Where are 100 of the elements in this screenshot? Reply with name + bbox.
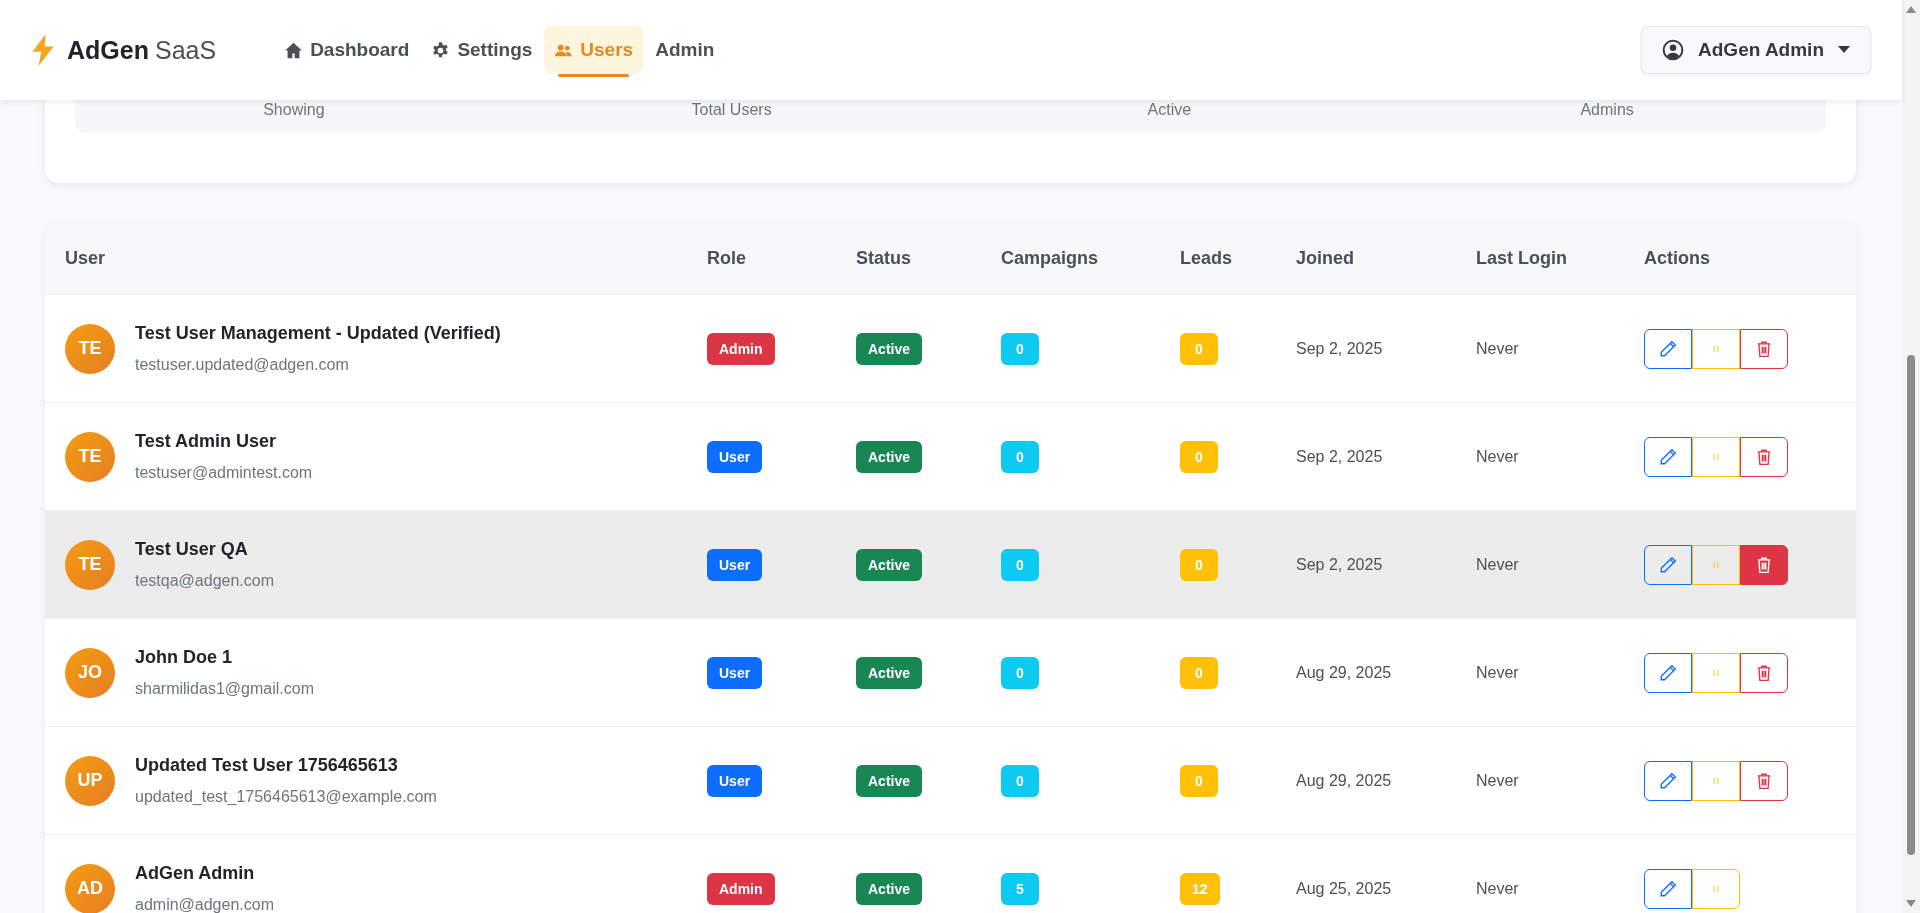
user-name: Test User QA [135, 539, 249, 560]
leads-badge: 0 [1180, 332, 1218, 365]
leads-badge: 0 [1180, 764, 1218, 797]
leads-badge: 0 [1180, 656, 1218, 689]
status-badge: Active [856, 548, 923, 581]
nav-tab[interactable]: Admin [645, 26, 725, 74]
pencil-icon [1659, 663, 1677, 682]
pause-icon [1711, 775, 1721, 786]
table-row[interactable]: JO John Doe 1 sharmilidas1@gmail.com User Active 0 0 Aug 29, 2025 Never [45, 618, 1856, 726]
campaigns-badge: 0 [1001, 764, 1039, 797]
user-email: updated_test_1756465613@example.com [135, 788, 437, 806]
last-login: Never [1476, 555, 1520, 574]
user-name: John Doe 1 [135, 647, 233, 668]
edit-button[interactable] [1644, 328, 1692, 369]
column-header: Status [856, 248, 912, 269]
user-name: Test User Management - Updated (Verified) [135, 323, 501, 344]
status-badge: Active [856, 872, 923, 905]
column-header: Campaigns [1001, 248, 1100, 269]
user-name: Updated Test User 1756465613 [135, 755, 399, 776]
column-header: Actions [1644, 248, 1711, 269]
user-email: testuser@admintest.com [135, 464, 313, 482]
stat-label: Total Users [691, 101, 772, 119]
pause-icon [1711, 343, 1721, 354]
scrollbar-track[interactable] [1902, 0, 1920, 913]
user-avatar: TE [65, 539, 115, 590]
leads-badge: 12 [1180, 872, 1220, 905]
last-login: Never [1476, 339, 1520, 358]
status-badge: Active [856, 332, 923, 365]
table-row[interactable]: UP Updated Test User 1756465613 updated_test_1756465613@example.com User Active 0 0 Aug 29, 2025 Never [45, 726, 1856, 834]
user-avatar: AD [65, 863, 115, 913]
nav-tab[interactable]: Dashboard [274, 26, 420, 74]
pencil-icon [1659, 339, 1677, 358]
scroll-down-icon[interactable] [1906, 900, 1916, 907]
role-badge: Admin [707, 872, 775, 905]
trash-icon [1755, 663, 1773, 682]
brand-suffix: SaaS [154, 35, 217, 65]
delete-button[interactable] [1740, 328, 1788, 369]
scroll-up-icon[interactable] [1906, 6, 1916, 13]
stat-label: Admins [1580, 101, 1634, 119]
pause-icon [1711, 559, 1721, 570]
pencil-icon [1659, 555, 1677, 574]
joined-date: Sep 2, 2025 [1296, 447, 1384, 466]
status-badge: Active [856, 764, 923, 797]
pause-icon [1711, 667, 1721, 678]
user-email: testqa@adgen.com [135, 572, 274, 590]
pencil-icon [1659, 771, 1677, 790]
role-badge: User [707, 548, 763, 581]
trash-icon [1755, 771, 1773, 790]
table-row[interactable]: AD AdGen Admin admin@adgen.com Admin Active 5 12 Aug 25, 2025 Never [45, 834, 1856, 913]
stat-label: Active [1147, 101, 1192, 119]
user-name: AdGen Admin [135, 863, 256, 884]
role-badge: Admin [707, 332, 775, 365]
last-login: Never [1476, 879, 1520, 898]
joined-date: Aug 29, 2025 [1296, 663, 1393, 682]
column-header: Role [707, 248, 747, 269]
edit-button[interactable] [1644, 544, 1692, 585]
caret-icon [1838, 46, 1850, 54]
lightning-bolt-icon [31, 34, 55, 66]
leads-badge: 0 [1180, 548, 1218, 581]
column-header: Last Login [1476, 248, 1568, 269]
nav-tab[interactable]: Settings [421, 26, 543, 74]
joined-date: Sep 2, 2025 [1296, 555, 1384, 574]
trash-icon [1755, 447, 1773, 466]
scrollbar-thumb[interactable] [1907, 355, 1915, 855]
user-avatar: TE [65, 323, 115, 374]
pause-icon [1711, 451, 1721, 462]
last-login: Never [1476, 447, 1520, 466]
delete-button[interactable] [1740, 436, 1788, 477]
trash-icon [1755, 339, 1773, 358]
user-avatar: JO [65, 647, 115, 698]
user-email: admin@adgen.com [135, 896, 274, 913]
user-avatar: TE [65, 431, 115, 482]
gear-icon [431, 40, 451, 60]
pause-icon [1711, 883, 1721, 894]
delete-button[interactable] [1740, 760, 1788, 801]
campaigns-badge: 0 [1001, 548, 1039, 581]
campaigns-badge: 0 [1001, 332, 1039, 365]
table-row[interactable]: TE Test User QA testqa@adgen.com User Active 0 0 Sep 2, 2025 Never [45, 510, 1856, 618]
joined-date: Sep 2, 2025 [1296, 339, 1384, 358]
delete-button[interactable] [1740, 544, 1788, 585]
role-badge: User [707, 440, 763, 473]
table-row[interactable]: TE Test User Management - Updated (Verified) testuser.updated@adgen.com Admin Active 0 0 Sep 2, 2025 Never [45, 294, 1856, 402]
delete-button[interactable] [1740, 652, 1788, 693]
user-avatar: UP [65, 755, 115, 806]
campaigns-badge: 0 [1001, 440, 1039, 473]
stat-label: Showing [263, 101, 325, 119]
column-header: Leads [1180, 248, 1234, 269]
role-badge: User [707, 764, 763, 797]
joined-date: Aug 25, 2025 [1296, 879, 1393, 898]
status-badge: Active [856, 656, 923, 689]
user-menu-button[interactable]: AdGen Admin [1641, 26, 1871, 74]
column-header: User [65, 248, 107, 269]
user-email: sharmilidas1@gmail.com [135, 680, 314, 698]
role-badge: User [707, 656, 763, 689]
edit-button[interactable] [1644, 652, 1692, 693]
pencil-icon [1659, 447, 1677, 466]
edit-button[interactable] [1644, 760, 1692, 801]
edit-button[interactable] [1644, 436, 1692, 477]
edit-button[interactable] [1644, 868, 1692, 909]
status-badge: Active [856, 440, 923, 473]
